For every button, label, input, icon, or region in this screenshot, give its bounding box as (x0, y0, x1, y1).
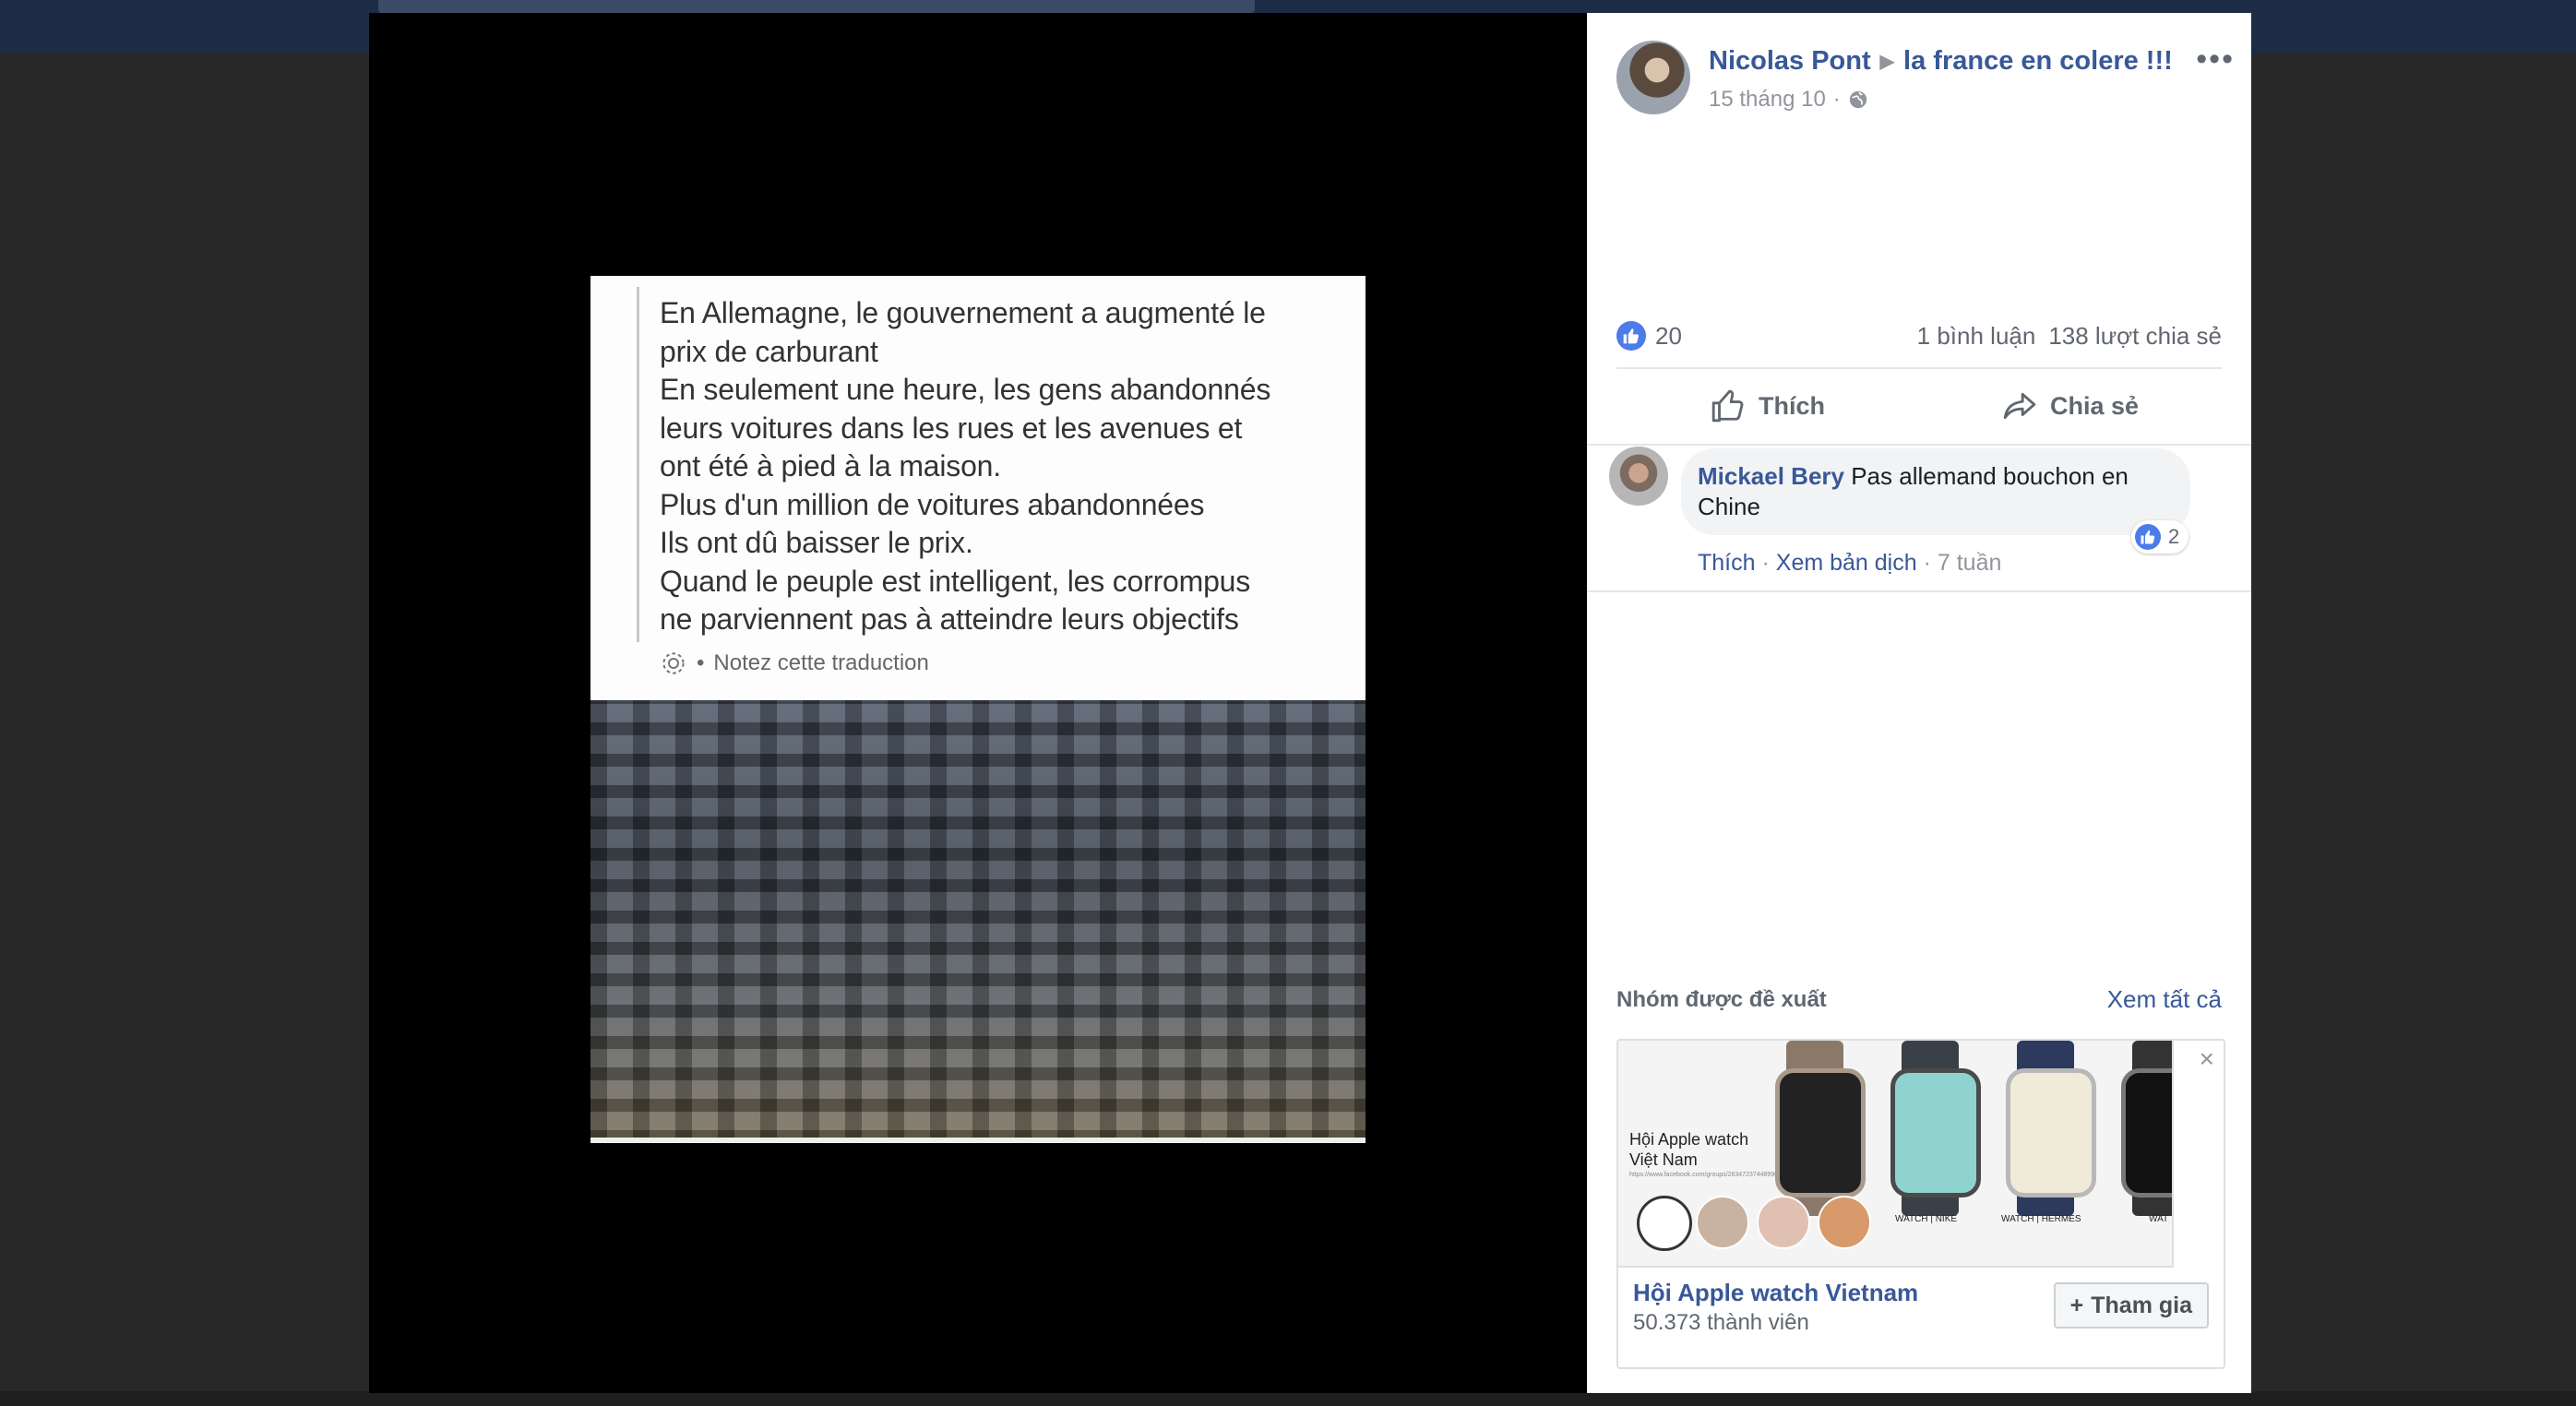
comment-time-link[interactable]: 7 tuần (1938, 550, 2002, 576)
photo-theater: En Allemagne, le gouvernement a augmenté… (369, 13, 2251, 1393)
group-cover-title: Hội Apple watch Việt Nam (1629, 1130, 1749, 1169)
quote-bar (637, 287, 639, 642)
like-reaction-icon (2135, 524, 2161, 550)
traffic-jam-photo (590, 700, 1366, 1143)
comment-count-link[interactable]: 1 bình luận (1917, 322, 2036, 351)
share-icon (2003, 392, 2036, 420)
translation-note: • Notez cette traduction (660, 649, 929, 677)
divider (1587, 444, 2251, 446)
member-avatar (1818, 1196, 1871, 1249)
engagement-stats: 1 bình luận 138 lượt chia sẻ (1917, 322, 2222, 351)
watch-image (1890, 1068, 1981, 1197)
background-search-bar (378, 0, 1255, 13)
share-button-label: Chia sẻ (2049, 391, 2140, 420)
post-date-link[interactable]: 15 tháng 10 (1709, 87, 1826, 113)
watch-image (2006, 1068, 2096, 1197)
post-meta: 15 tháng 10 · (1709, 87, 1868, 113)
join-group-button[interactable]: + Tham gia (2053, 1282, 2209, 1329)
suggested-group-card: Hội Apple watch Việt Nam https://www.fac… (1616, 1039, 2225, 1369)
watch-label: WAT (2149, 1214, 2169, 1224)
group-name-link[interactable]: la france en colere !!! (1903, 46, 2173, 77)
member-avatar (1757, 1196, 1810, 1249)
suggested-group-name-link[interactable]: Hội Apple watch Vietnam (1633, 1279, 1918, 1307)
post-photo[interactable]: En Allemagne, le gouvernement a augmenté… (590, 276, 1366, 1143)
comment-reaction-badge[interactable]: 2 (2131, 520, 2189, 554)
plus-icon: + (2069, 1292, 2084, 1318)
see-all-link[interactable]: Xem tất cả (2107, 985, 2222, 1014)
comment-separator: · (1923, 550, 1931, 576)
author-avatar[interactable] (1616, 41, 1690, 114)
share-button[interactable]: Chia sẻ (1919, 371, 2222, 441)
comment-separator: · (1761, 550, 1770, 576)
like-reaction-icon (1616, 321, 1646, 351)
background-bottom-strip (0, 1391, 2576, 1406)
see-translation-link[interactable]: Xem bản dịch (1776, 550, 1917, 576)
author-line: Nicolas Pont ▶ la france en colere !!! (1709, 46, 2173, 77)
reaction-summary[interactable]: 20 (1616, 321, 1682, 351)
comment-bubble: Mickael Bery Pas allemand bouchon en Chi… (1681, 448, 2190, 535)
comment-item: Mickael Bery Pas allemand bouchon en Chi… (1609, 447, 2229, 585)
comment-actions: Thích · Xem bản dịch · 7 tuần (1698, 550, 2001, 577)
photo-quote-text: En Allemagne, le gouvernement a augmenté… (660, 296, 1271, 636)
caret-right-icon: ▶ (1879, 52, 1895, 72)
like-button[interactable]: Thích (1616, 371, 1919, 441)
member-avatar (1696, 1196, 1749, 1249)
post-stats: 20 1 bình luận 138 lượt chia sẻ (1616, 308, 2222, 363)
comment-like-link[interactable]: Thích (1698, 550, 1756, 576)
suggested-group-members: 50.373 thành viên (1633, 1310, 1809, 1335)
divider (1587, 590, 2251, 592)
join-button-label: Tham gia (2091, 1292, 2192, 1318)
note-separator: • (697, 650, 705, 675)
meta-separator: · (1832, 87, 1841, 112)
group-logo (1637, 1196, 1692, 1251)
watch-image (1775, 1068, 1866, 1197)
watch-label: WATCH | HERMÈS (2001, 1214, 2081, 1224)
thumbs-up-icon (1711, 389, 1744, 423)
watch-image (2121, 1068, 2172, 1197)
suggested-groups-header: Nhóm được đề xuất Xem tất cả (1616, 985, 2222, 1014)
post-sidebar: Nicolas Pont ▶ la france en colere !!! 1… (1587, 13, 2251, 1393)
photo-stage[interactable]: En Allemagne, le gouvernement a augmenté… (369, 13, 1587, 1393)
author-name-link[interactable]: Nicolas Pont (1709, 46, 1871, 77)
post-header: Nicolas Pont ▶ la france en colere !!! 1… (1616, 41, 2235, 124)
like-count: 20 (1655, 321, 1682, 350)
like-button-label: Thích (1759, 391, 1825, 420)
suggested-groups-title: Nhóm được đề xuất (1616, 986, 1827, 1012)
comment-reaction-count: 2 (2168, 525, 2180, 548)
translation-note-label: Notez cette traduction (713, 650, 929, 675)
globe-icon (1849, 90, 1866, 109)
gear-icon (662, 652, 685, 674)
commenter-name-link[interactable]: Mickael Bery (1698, 462, 1844, 490)
post-actions: Thích Chia sẻ (1616, 371, 2222, 441)
group-cover-url: https://www.facebook.com/groups/26347237… (1629, 1172, 1783, 1178)
share-count-link[interactable]: 138 lượt chia sẻ (2048, 322, 2222, 351)
close-icon[interactable]: × (2200, 1044, 2214, 1074)
more-options-button[interactable]: ••• (2196, 43, 2235, 75)
watch-label: WATCH | NIKE (1895, 1214, 1958, 1224)
divider (1616, 367, 2222, 369)
photo-text-panel: En Allemagne, le gouvernement a augmenté… (590, 276, 1366, 700)
group-cover-image[interactable]: Hội Apple watch Việt Nam https://www.fac… (1618, 1041, 2174, 1268)
commenter-avatar[interactable] (1609, 447, 1668, 506)
